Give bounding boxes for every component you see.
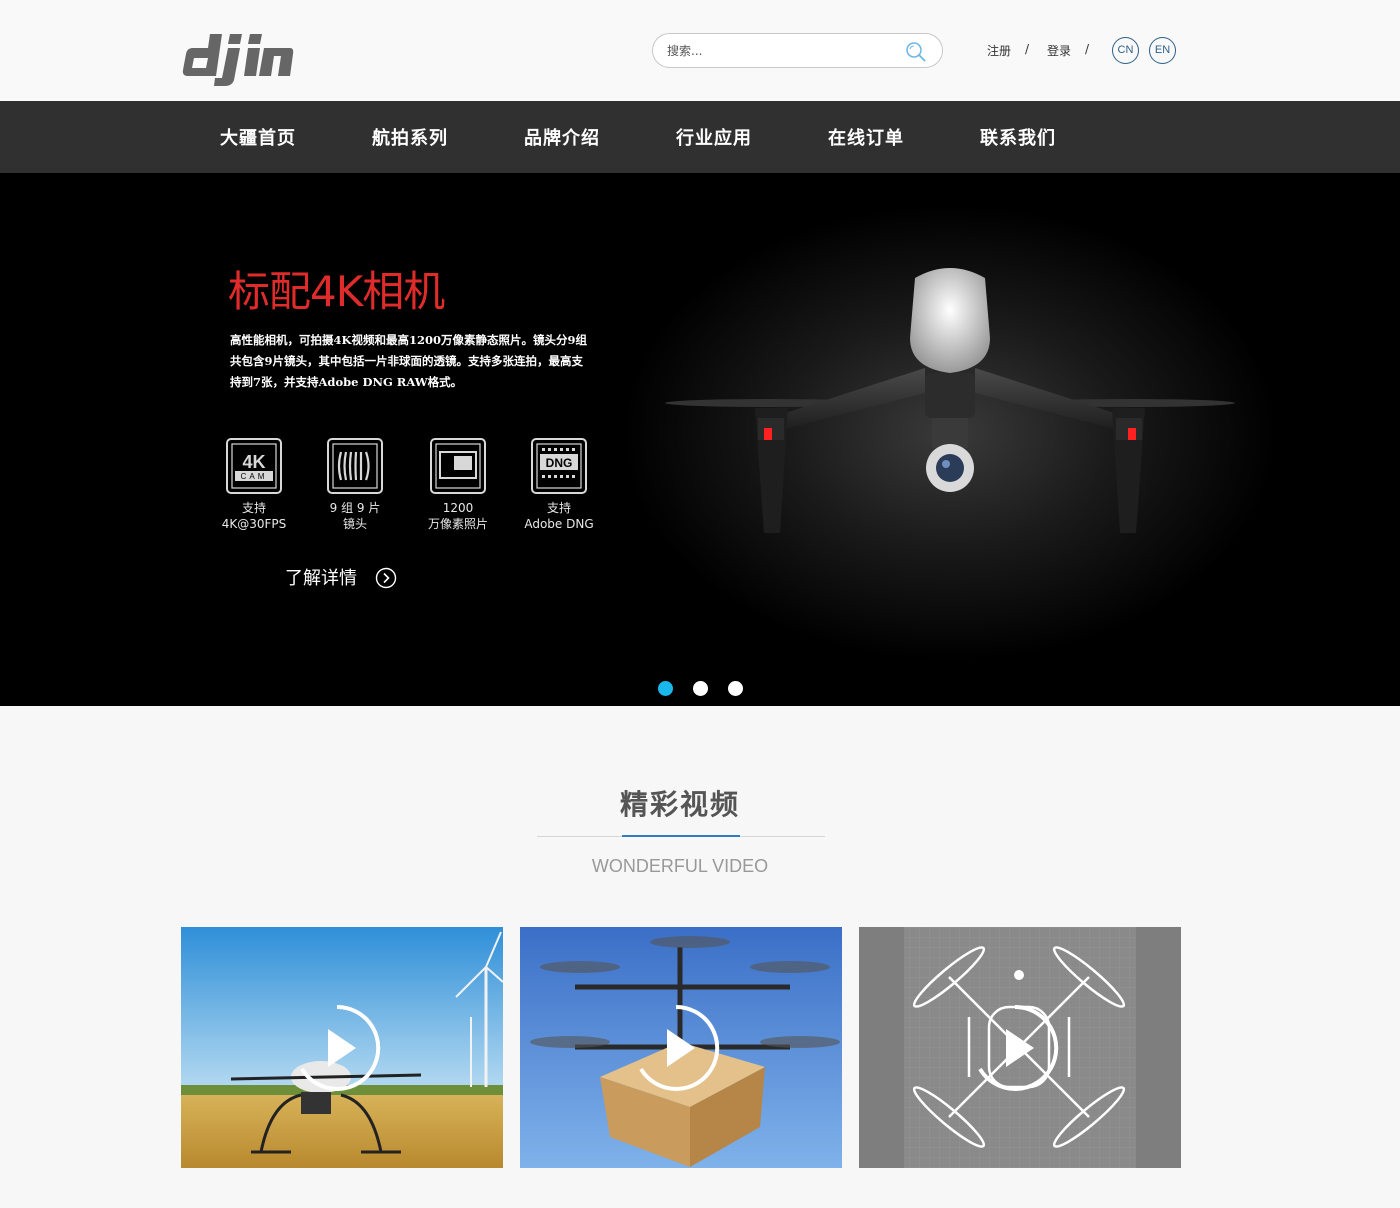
feature-label-line2: 镜头 — [342, 517, 367, 531]
carousel-dot-2[interactable] — [693, 681, 708, 696]
section-subtitle: WONDERFUL VIDEO — [591, 856, 769, 876]
video-card-delivery[interactable] — [520, 927, 842, 1168]
login-link[interactable]: 登录 — [1047, 42, 1071, 59]
feature-label-line2: 4K@30FPS — [221, 517, 287, 531]
register-link[interactable]: 注册 — [987, 42, 1011, 59]
feature-label-line1: 支持 — [241, 501, 266, 515]
4k-cam-icon: 4K CAM — [226, 438, 282, 494]
feature-label-line2: 万像素照片 — [427, 517, 488, 531]
dng-icon: DNG — [531, 438, 587, 494]
hero-title: 标配4K相机 — [228, 267, 445, 316]
nav-item-industry[interactable]: 行业应用 — [676, 124, 752, 150]
feature-4k: 4K CAM 支持 4K@30FPS — [214, 438, 294, 532]
feature-label-line1: 1200 — [442, 501, 474, 515]
video-card-blueprint[interactable] — [859, 927, 1181, 1168]
nav-item-aerial[interactable]: 航拍系列 — [372, 124, 448, 150]
feature-label-line1: 支持 — [546, 501, 571, 515]
feature-lens: 9 组 9 片 镜头 — [315, 438, 395, 532]
play-icon[interactable] — [292, 1003, 382, 1093]
svg-text:4K: 4K — [242, 452, 265, 472]
search-box — [652, 33, 943, 68]
feature-label-line2: Adobe DNG — [524, 517, 594, 531]
main-nav: 大疆首页 航拍系列 品牌介绍 行业应用 在线订单 联系我们 — [0, 101, 1400, 173]
lang-cn-button[interactable]: CN — [1112, 37, 1139, 64]
lang-en-button[interactable]: EN — [1149, 37, 1176, 64]
drone-image — [665, 268, 1235, 533]
carousel-dot-1[interactable] — [658, 681, 673, 696]
learn-more-link[interactable]: 了解详情 — [285, 564, 357, 590]
nav-item-home[interactable]: 大疆首页 — [220, 124, 296, 150]
photo-icon — [430, 438, 486, 494]
site-header: dji 注册 / 登录 / CN EN — [0, 0, 1400, 101]
section-divider-accent — [622, 835, 740, 837]
play-icon[interactable] — [631, 1003, 721, 1093]
search-icon[interactable] — [905, 41, 927, 63]
carousel-dot-3[interactable] — [728, 681, 743, 696]
dji-logo[interactable]: dji — [180, 24, 298, 86]
hero-banner: 标配4K相机 高性能相机，可拍摄4K视频和最高1200万像素静态照片。镜头分9组… — [0, 173, 1400, 706]
feature-dng: DNG 支持 Adobe DNG — [519, 438, 599, 532]
search-input[interactable] — [667, 41, 897, 61]
lens-icon — [327, 438, 383, 494]
auth-separator: / — [1085, 42, 1090, 56]
section-title: 精彩视频 — [619, 788, 740, 821]
chevron-right-circle-icon[interactable] — [375, 567, 397, 589]
feature-photo: 1200 万像素照片 — [418, 438, 498, 532]
play-icon[interactable] — [970, 1003, 1060, 1093]
hero-description: 高性能相机，可拍摄4K视频和最高1200万像素静态照片。镜头分9组共包含9片镜头… — [230, 333, 588, 389]
svg-text:CAM: CAM — [241, 472, 268, 481]
nav-item-brand[interactable]: 品牌介绍 — [524, 124, 600, 150]
nav-item-order[interactable]: 在线订单 — [828, 124, 904, 150]
video-card-wheatfield[interactable] — [181, 927, 503, 1168]
feature-label-line1: 9 组 9 片 — [329, 501, 381, 515]
nav-item-contact[interactable]: 联系我们 — [980, 124, 1056, 150]
svg-text:DNG: DNG — [546, 456, 573, 470]
auth-separator: / — [1025, 42, 1030, 56]
